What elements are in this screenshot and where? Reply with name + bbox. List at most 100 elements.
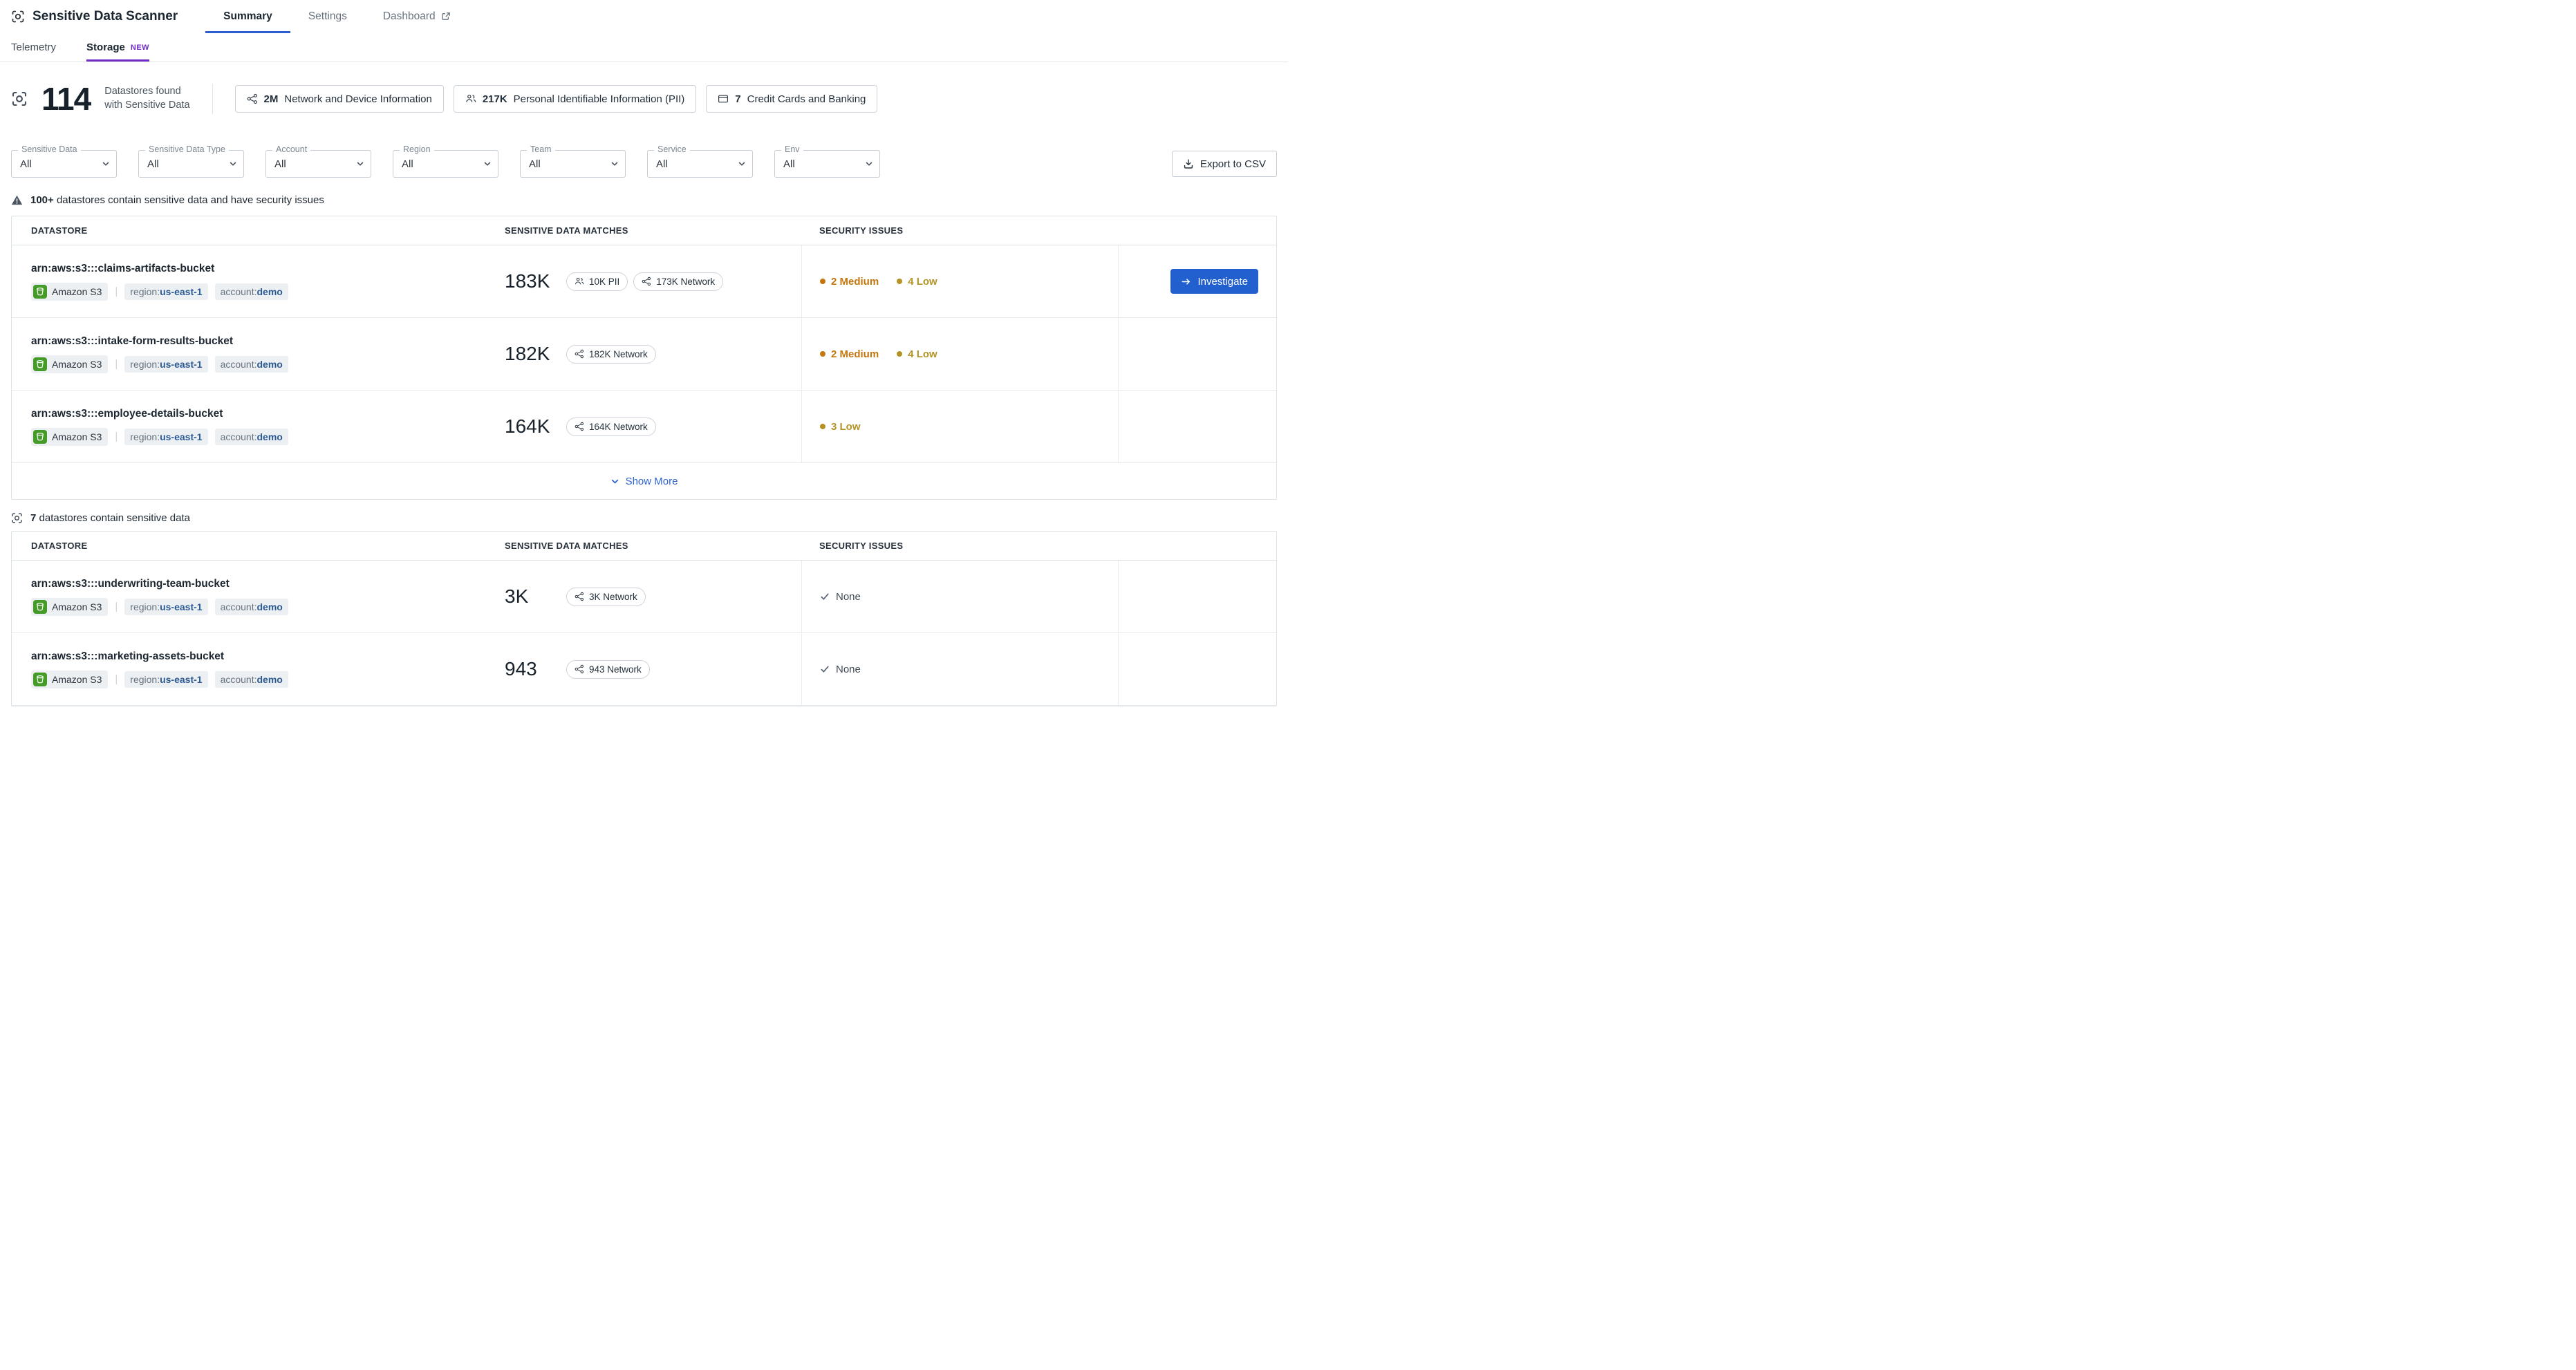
external-link-icon	[441, 12, 451, 21]
tag-value: demo	[257, 674, 283, 685]
env-filter[interactable]: Env All	[774, 150, 880, 178]
sensitive-data-filter[interactable]: Sensitive Data All	[11, 150, 117, 178]
region-tag[interactable]: region:us-east-1	[124, 671, 207, 688]
tag-value: demo	[257, 359, 283, 370]
tag-value: us-east-1	[160, 601, 202, 612]
tag-value: us-east-1	[160, 359, 202, 370]
match-pill-label: 173K Network	[656, 276, 715, 287]
issues-table: DATASTORE SENSITIVE DATA MATCHES SECURIT…	[11, 216, 1277, 500]
tab-settings[interactable]: Settings	[290, 0, 365, 33]
amazon-s3-tag[interactable]: Amazon S3	[31, 428, 108, 446]
tab-summary[interactable]: Summary	[205, 0, 290, 33]
category-label: Credit Cards and Banking	[747, 93, 866, 105]
match-pill-label: 182K Network	[589, 349, 648, 359]
datastore-arn[interactable]: arn:aws:s3:::marketing-assets-bucket	[31, 650, 224, 663]
amazon-s3-tag[interactable]: Amazon S3	[31, 283, 108, 301]
network-icon	[575, 349, 584, 359]
page-title: Sensitive Data Scanner	[32, 9, 178, 24]
credit-card-category-pill[interactable]: 7 Credit Cards and Banking	[706, 85, 877, 113]
pii-icon	[575, 276, 584, 286]
tab-telemetry-label: Telemetry	[11, 41, 56, 53]
credit-card-icon	[718, 93, 729, 104]
amazon-s3-icon	[33, 673, 47, 686]
category-pills: 2M Network and Device Information 217K P…	[235, 85, 878, 113]
account-tag[interactable]: account:demo	[215, 429, 288, 445]
severity-low: 3 Low	[820, 421, 861, 433]
datastore-arn[interactable]: arn:aws:s3:::claims-artifacts-bucket	[31, 263, 214, 275]
chevron-down-icon	[229, 160, 237, 168]
network-match-pill[interactable]: 164K Network	[566, 417, 656, 436]
actions-cell	[1118, 318, 1276, 390]
tag-key: account:	[221, 601, 257, 612]
region-tag[interactable]: region:us-east-1	[124, 429, 207, 445]
datastore-arn[interactable]: arn:aws:s3:::employee-details-bucket	[31, 408, 223, 420]
filter-label: Sensitive Data	[18, 145, 81, 154]
matches-total: 183K	[505, 270, 566, 292]
table-header: DATASTORE SENSITIVE DATA MATCHES SECURIT…	[12, 216, 1276, 245]
export-label: Export to CSV	[1200, 158, 1266, 170]
clean-table: DATASTORE SENSITIVE DATA MATCHES SECURIT…	[11, 531, 1277, 706]
network-icon	[575, 664, 584, 674]
pii-category-pill[interactable]: 217K Personal Identifiable Information (…	[454, 85, 696, 113]
tag-key: region:	[130, 431, 160, 442]
tag-value: us-east-1	[160, 431, 202, 442]
filter-label: Team	[527, 145, 555, 154]
filter-label: Env	[781, 145, 803, 154]
match-pill-label: 943 Network	[589, 664, 642, 675]
datastore-cell: arn:aws:s3:::claims-artifacts-bucket Ama…	[12, 245, 505, 317]
pii-match-pill[interactable]: 10K PII	[566, 272, 628, 291]
clean-section-text: 7 datastores contain sensitive data	[30, 512, 190, 524]
column-header-datastore: DATASTORE	[12, 541, 505, 551]
tag-value: us-east-1	[160, 286, 202, 297]
network-match-pill[interactable]: 182K Network	[566, 345, 656, 364]
network-category-pill[interactable]: 2M Network and Device Information	[235, 85, 444, 113]
datastore-count-caption: Datastores found with Sensitive Data	[104, 85, 189, 112]
amazon-s3-tag[interactable]: Amazon S3	[31, 355, 108, 373]
region-tag[interactable]: region:us-east-1	[124, 599, 207, 615]
team-filter[interactable]: Team All	[520, 150, 626, 178]
matches-cell: 183K 10K PII 173K Network	[505, 245, 801, 317]
network-match-pill[interactable]: 943 Network	[566, 660, 650, 679]
datastore-arn[interactable]: arn:aws:s3:::intake-form-results-bucket	[31, 335, 233, 348]
tab-summary-label: Summary	[223, 10, 272, 23]
amazon-s3-tag[interactable]: Amazon S3	[31, 598, 108, 616]
network-match-pill[interactable]: 3K Network	[566, 588, 646, 606]
column-header-security: SECURITY ISSUES	[801, 225, 1118, 236]
export-to-csv-button[interactable]: Export to CSV	[1172, 151, 1277, 177]
table-row: arn:aws:s3:::marketing-assets-bucket Ama…	[12, 633, 1276, 706]
account-tag[interactable]: account:demo	[215, 599, 288, 615]
tab-storage[interactable]: StorageNEW	[86, 33, 149, 62]
datastore-arn[interactable]: arn:aws:s3:::underwriting-team-bucket	[31, 578, 230, 590]
filter-value: All	[12, 151, 116, 177]
account-filter[interactable]: Account All	[265, 150, 371, 178]
filter-label: Service	[654, 145, 690, 154]
network-icon	[642, 276, 651, 286]
amazon-s3-tag[interactable]: Amazon S3	[31, 670, 108, 688]
region-filter[interactable]: Region All	[393, 150, 498, 178]
account-tag[interactable]: account:demo	[215, 356, 288, 373]
account-tag[interactable]: account:demo	[215, 283, 288, 300]
tag-key: account:	[221, 286, 257, 297]
category-label: Personal Identifiable Information (PII)	[514, 93, 685, 105]
datastore-tags: Amazon S3 | region:us-east-1 account:dem…	[31, 670, 288, 688]
tag-key: account:	[221, 359, 257, 370]
network-match-pill[interactable]: 173K Network	[633, 272, 723, 291]
tab-dashboard[interactable]: Dashboard	[365, 0, 469, 33]
network-icon	[247, 93, 258, 104]
investigate-button[interactable]: Investigate	[1170, 269, 1258, 294]
show-more-button[interactable]: Show More	[12, 463, 1276, 499]
security-issues-warning: 100+ datastores contain sensitive data a…	[11, 194, 1277, 206]
region-tag[interactable]: region:us-east-1	[124, 356, 207, 373]
filter-label: Sensitive Data Type	[145, 145, 229, 154]
service-filter[interactable]: Service All	[647, 150, 753, 178]
tag-value: demo	[257, 286, 283, 297]
no-issues: None	[820, 664, 861, 675]
sensitive-data-type-filter[interactable]: Sensitive Data Type All	[138, 150, 244, 178]
severity-label: 2 Medium	[831, 276, 879, 288]
region-tag[interactable]: region:us-east-1	[124, 283, 207, 300]
tab-telemetry[interactable]: Telemetry	[11, 33, 56, 62]
service-label: Amazon S3	[52, 674, 102, 685]
tab-settings-label: Settings	[308, 10, 347, 23]
account-tag[interactable]: account:demo	[215, 671, 288, 688]
service-label: Amazon S3	[52, 286, 102, 297]
